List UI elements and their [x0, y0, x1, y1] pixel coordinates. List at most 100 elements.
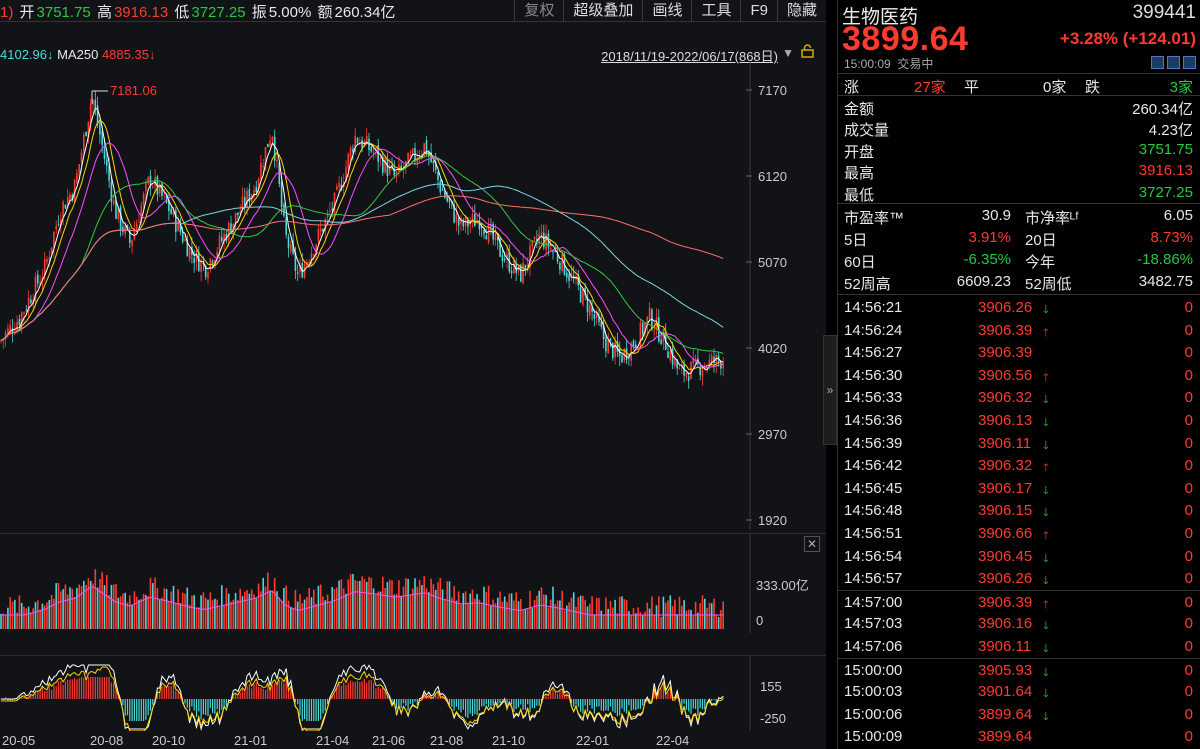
volume-bar [513, 600, 515, 629]
hide-button[interactable]: 隐藏 [776, 0, 826, 22]
volume-bar [418, 580, 421, 629]
tick-time: 14:56:51 [844, 524, 903, 542]
volume-bar [455, 600, 458, 629]
volume-bar [660, 616, 662, 629]
volume-bar [655, 605, 658, 629]
quote-time-value: 15:00:09 [844, 57, 891, 71]
volume-bar [648, 608, 651, 629]
chart-area[interactable]: 1) 开 3751.75 高 3916.13 低 3727.25 振 5.00% 额 26… [0, 0, 826, 749]
candle-body [267, 143, 269, 148]
macd-bar [108, 677, 110, 699]
candle-body [78, 164, 80, 174]
macd-chart[interactable]: 155 -250 [0, 655, 826, 731]
candle-body [561, 253, 563, 272]
tools-button[interactable]: 工具 [691, 0, 740, 22]
candle-body [296, 272, 299, 274]
chevron-down-icon[interactable]: ▼ [782, 46, 794, 60]
macd-bar [598, 699, 600, 707]
volume-bar [602, 614, 605, 629]
ratio-value: -6.35% [963, 251, 1011, 268]
candle-body [181, 232, 184, 242]
macd-bar [212, 699, 214, 714]
candle-body [356, 138, 359, 144]
panel-tools [1151, 56, 1196, 69]
volume-bar [674, 599, 676, 629]
tick-price: 3906.17 [978, 479, 1033, 497]
tick-list[interactable]: 14:56:21 3906.26 🡓 0 14:56:24 3906.39 🡑 0 14:56:… [838, 296, 1200, 748]
volume-bar [568, 602, 570, 629]
restore-rights-button[interactable]: 复权 [514, 0, 563, 22]
volume-bar [547, 607, 550, 629]
macd-bar [131, 699, 133, 721]
candle-body [23, 312, 25, 314]
macd-bar [481, 699, 483, 707]
collapse-panel-icon[interactable]: » [823, 335, 837, 445]
plus-icon[interactable] [1183, 56, 1196, 69]
close-icon[interactable]: ✕ [804, 536, 820, 552]
volume-bar [704, 598, 706, 629]
volume-bar [177, 589, 179, 629]
y-tick-label: 4020 [758, 341, 787, 356]
stat-value: 3751.75 [1138, 140, 1193, 158]
volume-chart[interactable]: 333.00亿 0 [0, 533, 826, 633]
macd-bar [299, 699, 301, 716]
volume-bar [340, 579, 343, 629]
volume-bar [494, 603, 497, 629]
candle-body [283, 204, 285, 216]
x-tick-label: 21-06 [372, 733, 406, 748]
macd-bar [262, 688, 264, 699]
macd-bar [106, 677, 108, 699]
volume-bar [170, 591, 172, 629]
ratio-value: 3482.75 [1138, 273, 1193, 290]
candle-body [349, 147, 352, 157]
up-count: 27家 [914, 79, 946, 96]
macd-bar [616, 699, 618, 717]
pen-icon[interactable] [1151, 56, 1164, 69]
volume-bar [165, 589, 168, 629]
macd-bar [513, 699, 515, 713]
price-chart[interactable]: 7170 6120 5070 4020 2970 1920 7181.06 [0, 62, 826, 530]
tick-time: 14:57:03 [844, 615, 903, 633]
tick-price: 3906.26 [978, 299, 1033, 316]
candle-body [260, 163, 262, 180]
volume-bar [214, 598, 216, 629]
stat-label: 最高 [844, 165, 875, 183]
macd-bar [559, 689, 561, 699]
candle-body [62, 201, 64, 217]
volume-bar [540, 587, 543, 629]
tick-row: 14:56:30 3906.56 🡑 0 [838, 364, 1200, 387]
ma-prev-value: 4102.96↓ [0, 47, 54, 62]
volume-bar [306, 597, 308, 629]
ratio-label: 市净率ᴸᶠ [1025, 210, 1079, 227]
f9-button[interactable]: F9 [740, 0, 777, 22]
macd-bar [159, 691, 161, 699]
volume-bar [499, 591, 501, 629]
candle-body [16, 322, 18, 332]
tick-row: 14:56:27 3906.39 0 [838, 341, 1200, 364]
macd-bar [607, 699, 609, 711]
macd-bar [175, 690, 177, 699]
candle-body [122, 226, 124, 232]
volume-bar [73, 596, 76, 629]
tick-price: 3906.66 [978, 524, 1033, 542]
volume-bar [575, 606, 577, 629]
tick-volume: 0 [1184, 524, 1193, 542]
super-overlay-button[interactable]: 超级叠加 [563, 0, 642, 22]
volume-bar [501, 601, 504, 629]
macd-bar [692, 699, 694, 709]
ma-legend: 4102.96↓ MA250 4885.35↓ [0, 47, 155, 62]
macd-bar [264, 690, 267, 699]
stat-row: 开盘 3751.75 [838, 139, 1200, 161]
candle-body [589, 304, 591, 316]
macd-bar [630, 699, 632, 711]
volume-bar [552, 586, 554, 629]
volume-bar [471, 589, 474, 629]
volume-bar [713, 598, 715, 629]
tick-volume: 0 [1184, 479, 1193, 497]
window-icon[interactable] [1167, 56, 1180, 69]
macd-bar [660, 688, 662, 699]
lock-icon[interactable] [801, 44, 814, 58]
draw-line-button[interactable]: 画线 [642, 0, 691, 22]
macd-bar [596, 699, 598, 707]
macd-bar [575, 699, 577, 705]
